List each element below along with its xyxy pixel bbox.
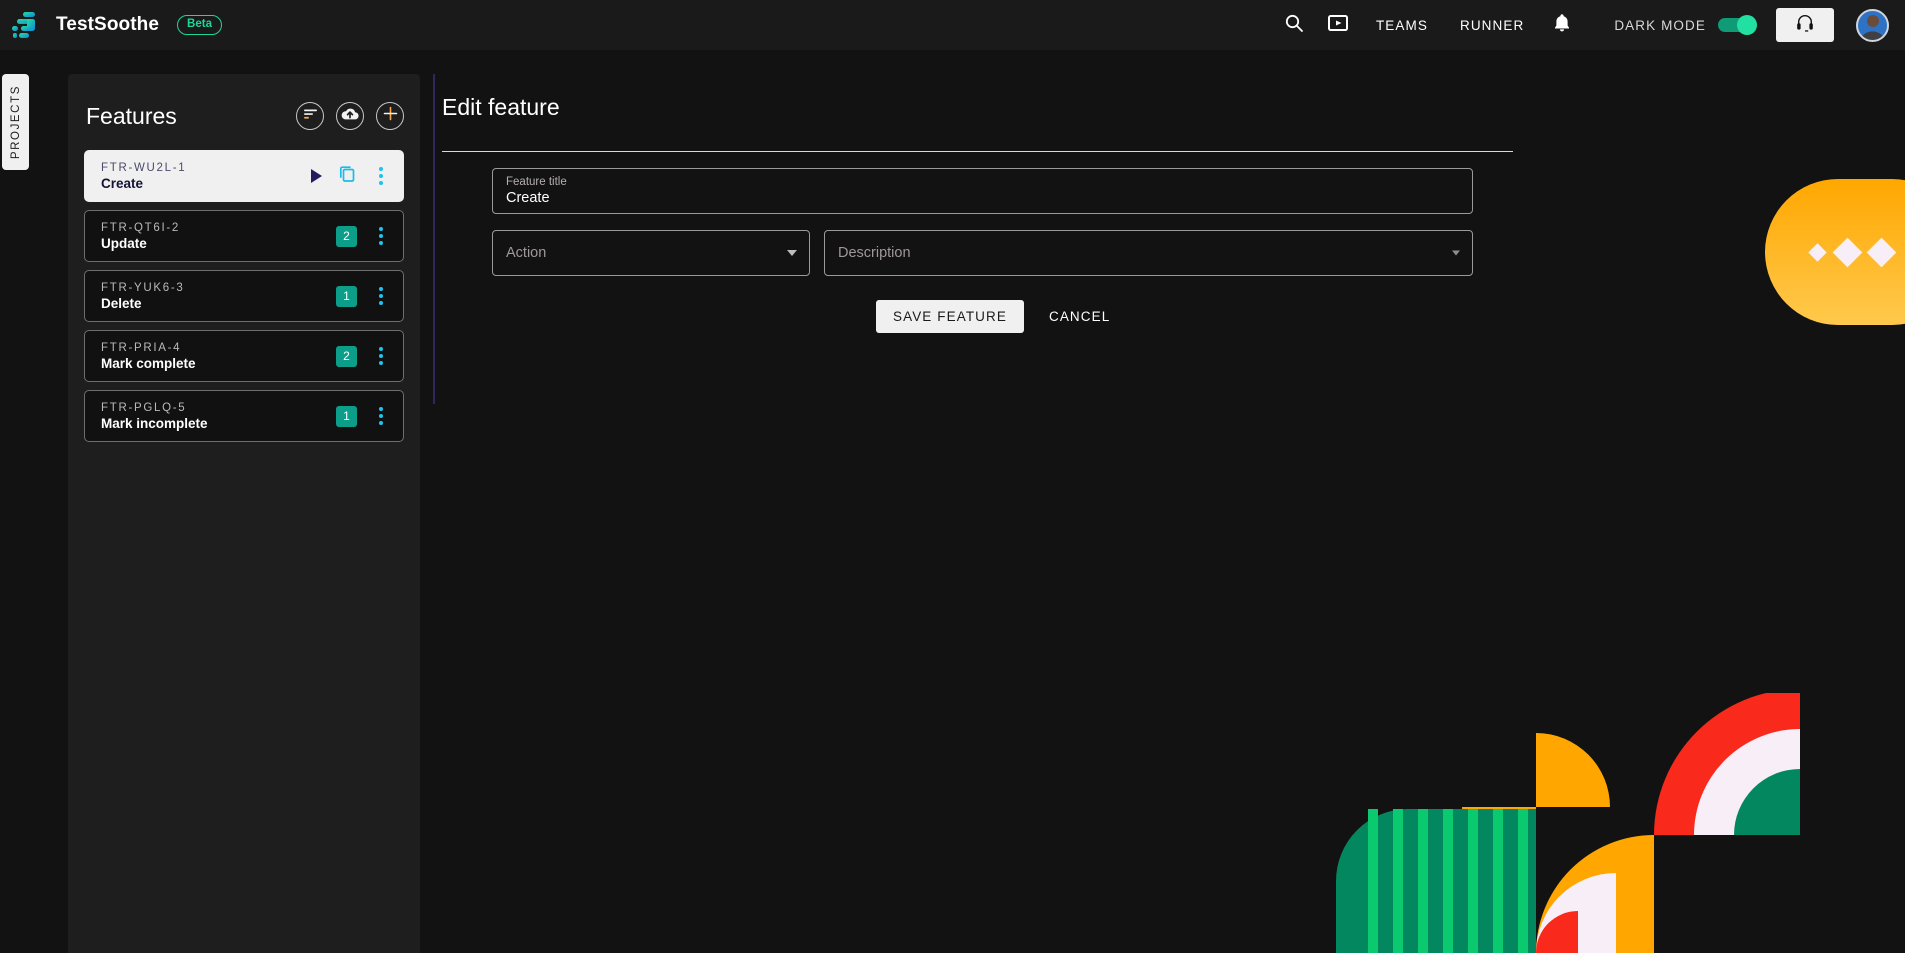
top-navigation-bar: TestSoothe Beta TEAMS RUNNER DARK MODE: [0, 0, 1905, 50]
sort-icon: [303, 107, 318, 125]
nav-link-runner[interactable]: RUNNER: [1444, 18, 1540, 33]
top-nav-actions: TEAMS RUNNER DARK MODE: [1272, 0, 1905, 50]
feature-name: Delete: [101, 295, 142, 311]
description-select[interactable]: Description: [824, 230, 1473, 276]
edit-feature-form: Edit feature Feature title Create Action…: [442, 74, 1905, 953]
feature-title-label: Feature title: [506, 176, 567, 188]
status-badge: 1: [336, 285, 357, 307]
features-title: Features: [86, 102, 177, 129]
sort-button[interactable]: [296, 102, 324, 130]
feature-menu-button[interactable]: [373, 163, 389, 189]
features-panel-header: Features: [68, 88, 420, 144]
bell-icon: [1553, 13, 1571, 38]
testsoothe-logo-icon: [11, 10, 45, 40]
dark-mode-switch[interactable]: [1718, 15, 1757, 35]
nav-link-teams[interactable]: TEAMS: [1360, 18, 1444, 33]
action-placeholder: Action: [506, 245, 547, 261]
form-row: Action Description: [492, 230, 1473, 276]
add-feature-button[interactable]: [376, 102, 404, 130]
beta-badge: Beta: [177, 15, 222, 35]
video-player-icon: [1327, 13, 1349, 38]
avatar[interactable]: [1856, 8, 1889, 42]
panel-divider: [433, 74, 435, 404]
feature-name: Mark incomplete: [101, 415, 208, 431]
features-panel: Features FTR-WU2L-1 Create FTR-QT6I-2 Up…: [68, 74, 420, 953]
feature-name: Update: [101, 235, 147, 251]
feature-title-value: Create: [506, 190, 550, 206]
description-placeholder: Description: [838, 245, 911, 261]
support-button[interactable]: [1776, 8, 1834, 42]
feature-name: Mark complete: [101, 355, 196, 371]
status-badge: 2: [336, 345, 357, 367]
feature-code: FTR-YUK6-3: [101, 281, 185, 294]
run-feature-icon[interactable]: [311, 169, 322, 183]
chevron-down-icon: [787, 250, 797, 256]
brand-logo[interactable]: TestSoothe Beta: [11, 10, 222, 40]
action-select[interactable]: Action: [492, 230, 810, 276]
cancel-button[interactable]: CANCEL: [1032, 300, 1127, 333]
dark-mode-toggle[interactable]: DARK MODE: [1614, 15, 1757, 35]
plus-icon: [383, 106, 398, 126]
feature-name: Create: [101, 175, 144, 191]
feature-menu-button[interactable]: [373, 283, 389, 309]
feature-menu-button[interactable]: [373, 403, 389, 429]
search-icon: [1284, 13, 1304, 38]
list-item[interactable]: FTR-WU2L-1 Create: [84, 150, 404, 202]
chevron-down-icon: [1452, 250, 1460, 256]
status-badge: 2: [336, 225, 357, 247]
list-item[interactable]: FTR-PGLQ-5 Mark incomplete 1: [84, 390, 404, 442]
feature-title-input[interactable]: Feature title Create: [492, 168, 1473, 214]
list-item[interactable]: FTR-QT6I-2 Update 2: [84, 210, 404, 262]
dark-mode-label: DARK MODE: [1614, 17, 1706, 33]
feature-menu-button[interactable]: [373, 223, 389, 249]
form-actions: SAVE FEATURE CANCEL: [876, 300, 1127, 333]
status-badge: 1: [336, 405, 357, 427]
feature-code: FTR-WU2L-1: [101, 161, 187, 174]
feature-code: FTR-QT6I-2: [101, 221, 180, 234]
upload-button[interactable]: [336, 102, 364, 130]
list-item[interactable]: FTR-PRIA-4 Mark complete 2: [84, 330, 404, 382]
divider: [442, 151, 1513, 152]
page-title: Edit feature: [442, 94, 560, 120]
sidebar-item-projects[interactable]: PROJECTS: [2, 74, 29, 170]
features-list: FTR-WU2L-1 Create FTR-QT6I-2 Update 2 FT…: [68, 144, 420, 442]
list-item[interactable]: FTR-YUK6-3 Delete 1: [84, 270, 404, 322]
notifications-button[interactable]: [1540, 3, 1584, 47]
video-player-button[interactable]: [1316, 3, 1360, 47]
headset-icon: [1795, 13, 1815, 38]
save-feature-button[interactable]: SAVE FEATURE: [876, 300, 1024, 333]
features-panel-actions: [296, 102, 404, 130]
copy-feature-icon[interactable]: [338, 164, 357, 188]
feature-code: FTR-PGLQ-5: [101, 401, 187, 414]
search-button[interactable]: [1272, 3, 1316, 47]
cloud-upload-icon: [341, 106, 359, 126]
feature-code: FTR-PRIA-4: [101, 341, 182, 354]
brand-name: TestSoothe: [56, 14, 160, 35]
feature-menu-button[interactable]: [373, 343, 389, 369]
projects-tab-label: PROJECTS: [9, 84, 22, 160]
